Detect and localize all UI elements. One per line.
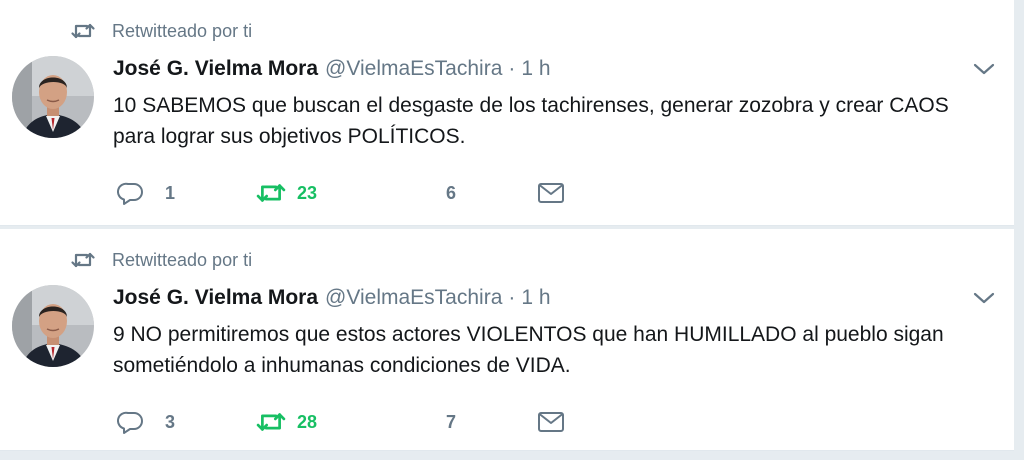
retweet-icon <box>255 181 287 205</box>
reply-count: 1 <box>165 182 176 203</box>
retweet-icon <box>255 410 287 434</box>
retweet-count: 28 <box>297 411 318 432</box>
reply-button[interactable]: 3 <box>117 407 175 437</box>
reply-count: 3 <box>165 411 176 432</box>
tweet[interactable]: Retwitteado por ti José G. Vielma Mora @… <box>0 229 1014 451</box>
tweet[interactable]: Retwitteado por ti José G. Vielma Mora @… <box>0 0 1014 226</box>
author-username[interactable]: @VielmaEsTachira <box>325 286 502 310</box>
avatar[interactable] <box>12 56 94 138</box>
like-button[interactable]: 7 <box>446 407 456 437</box>
author-fullname[interactable]: José G. Vielma Mora <box>113 286 318 310</box>
tweet-header: José G. Vielma Mora @VielmaEsTachira · 1… <box>113 284 551 312</box>
tweet-text: 10 SABEMOS que buscan el desgaste de los… <box>113 94 949 148</box>
tweet-actions: 1 23 6 <box>113 178 593 208</box>
direct-message-button[interactable] <box>537 178 565 208</box>
avatar-photo <box>12 56 94 138</box>
tweet-actions: 3 28 7 <box>113 407 593 437</box>
reply-icon <box>117 182 143 205</box>
like-button[interactable]: 6 <box>446 178 456 208</box>
separator-dot: · <box>508 57 516 80</box>
retweet-context[interactable]: Retwitteado por ti <box>70 248 252 272</box>
tweet-timestamp[interactable]: 1 h <box>521 286 550 310</box>
reply-button[interactable]: 1 <box>117 178 175 208</box>
avatar-photo <box>12 285 94 367</box>
retweet-icon <box>70 22 96 40</box>
retweet-icon <box>70 251 96 269</box>
tweet-timestamp[interactable]: 1 h <box>521 57 550 81</box>
timeline: Retwitteado por ti José G. Vielma Mora @… <box>0 0 1024 460</box>
separator-dot: · <box>508 286 516 309</box>
author-fullname[interactable]: José G. Vielma Mora <box>113 57 318 81</box>
reply-icon <box>117 411 143 434</box>
like-count: 7 <box>446 411 457 432</box>
direct-message-icon <box>538 412 564 432</box>
tweet-text: 9 NO permitiremos que estos actores VIOL… <box>113 323 944 377</box>
retweet-button[interactable]: 28 <box>255 407 317 437</box>
direct-message-button[interactable] <box>537 407 565 437</box>
chevron-down-icon[interactable] <box>973 62 995 76</box>
direct-message-icon <box>538 183 564 203</box>
retweet-button[interactable]: 23 <box>255 178 317 208</box>
avatar[interactable] <box>12 285 94 367</box>
tweet-header: José G. Vielma Mora @VielmaEsTachira · 1… <box>113 55 551 83</box>
retweet-context[interactable]: Retwitteado por ti <box>70 19 252 43</box>
retweet-count: 23 <box>297 182 318 203</box>
chevron-down-icon[interactable] <box>973 291 995 305</box>
retweet-context-label: Retwitteado por ti <box>112 249 253 270</box>
retweet-context-label: Retwitteado por ti <box>112 20 253 41</box>
like-count: 6 <box>446 182 457 203</box>
author-username[interactable]: @VielmaEsTachira <box>325 57 502 81</box>
